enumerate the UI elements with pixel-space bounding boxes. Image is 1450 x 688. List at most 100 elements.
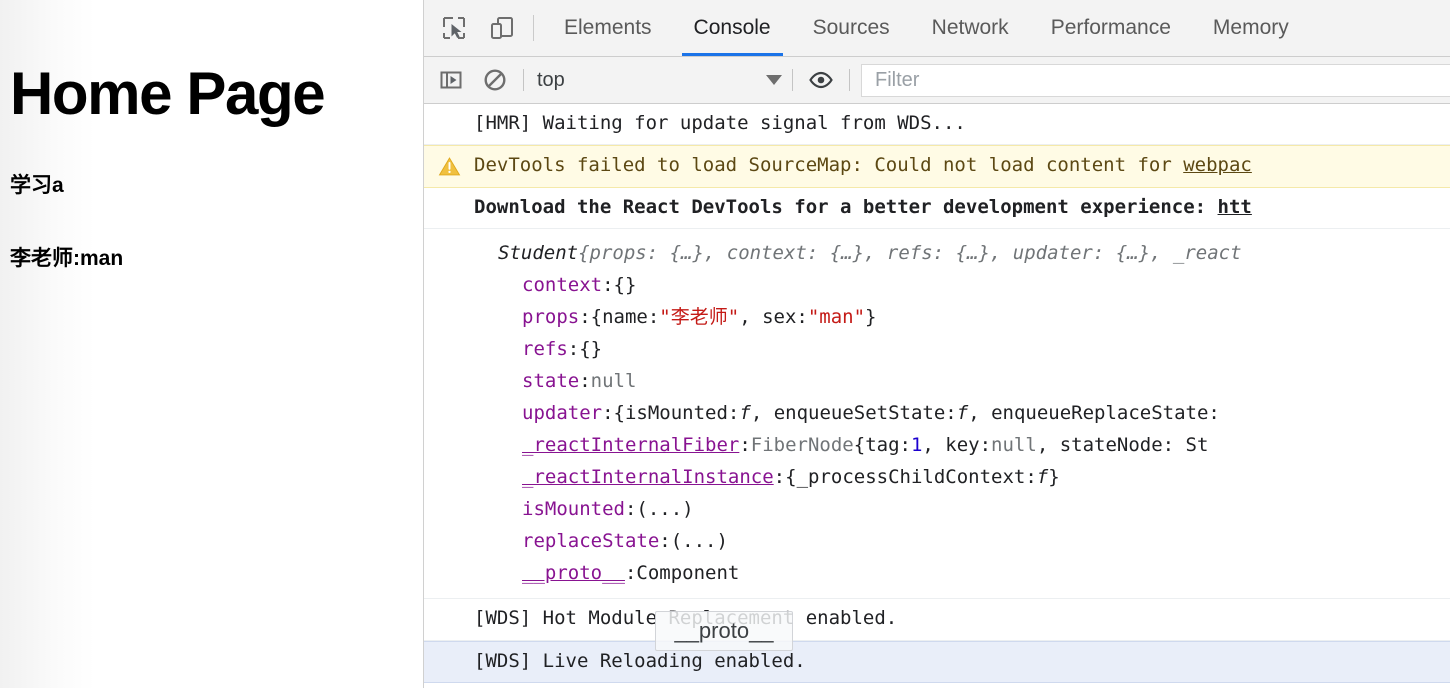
clear-console-icon[interactable] (478, 63, 512, 97)
property-value-part: : (602, 402, 614, 425)
property-value-part: f (739, 402, 751, 425)
info-text: Download the React DevTools for a better… (474, 196, 1218, 219)
message-text: [WDS] Hot Module Replacement enabled. (474, 607, 898, 630)
page-text-teacher: 李老师:man (10, 246, 124, 270)
react-devtools-link[interactable]: htt (1218, 196, 1252, 218)
property-value-part: {tag: (853, 434, 911, 457)
message-text: [WDS] Live Reloading enabled. (474, 649, 806, 672)
tab-performance[interactable]: Performance (1030, 0, 1192, 56)
property-value-part: 1 (910, 434, 923, 457)
message-gutter (424, 607, 474, 608)
object-property-row[interactable]: _reactInternalInstance: {_processChildCo… (424, 461, 1450, 493)
tab-network[interactable]: Network (911, 0, 1030, 56)
property-value-part: {_processChildContext: (785, 466, 1037, 489)
property-value-part: : (773, 466, 786, 489)
property-value-part: {name: (590, 306, 660, 329)
property-value-part: {isMounted: (613, 402, 740, 425)
tab-memory[interactable]: Memory (1192, 0, 1310, 56)
object-property-row[interactable]: _reactInternalFiber: FiberNode {tag: 1, … (424, 429, 1450, 461)
message-text: [HMR] Waiting for update signal from WDS… (474, 112, 966, 134)
screen: Home Page 学习a 李老师:man Elements Console S… (0, 0, 1450, 688)
object-property-row[interactable]: isMounted: (...) (424, 493, 1450, 525)
property-value-part: f (956, 402, 969, 425)
property-value-part: : (624, 498, 637, 521)
property-value-part: "man" (807, 306, 866, 329)
console-message-log-selected[interactable]: [WDS] Live Reloading enabled. (424, 640, 1450, 683)
property-value-part: , key: (922, 434, 992, 457)
console-message-warning[interactable]: DevTools failed to load SourceMap: Could… (424, 145, 1450, 189)
console-toolbar: top Filter (424, 57, 1450, 104)
object-class-name: Student (498, 242, 579, 265)
property-key: _reactInternalInstance (522, 466, 774, 489)
property-value-part: {} (613, 274, 637, 297)
chevron-down-icon (766, 75, 782, 85)
console-toolbar-divider-2 (792, 69, 793, 91)
console-message-object[interactable]: Student {props: {…}, context: {…}, refs:… (424, 229, 1450, 600)
object-property-row[interactable]: state: null (424, 365, 1450, 397)
message-text: DevTools failed to load SourceMap: Could… (474, 154, 1450, 177)
property-value-part: , enqueueReplaceState: (968, 402, 1220, 425)
page-title: Home Page (10, 60, 326, 127)
property-value-part: null (590, 370, 637, 393)
property-value-part: } (1048, 466, 1060, 489)
property-value-part: FiberNode (750, 434, 854, 457)
console-toolbar-divider-3 (849, 69, 850, 91)
property-key: context (522, 274, 603, 297)
console-message-log[interactable]: [HMR] Waiting for update signal from WDS… (424, 104, 1450, 146)
property-value-part: "李老师" (659, 306, 740, 329)
warning-triangle-icon (424, 154, 474, 178)
console-message-log[interactable]: [WDS] Hot Module Replacement enabled. (424, 599, 1450, 641)
execution-context-select[interactable]: top (524, 63, 792, 97)
property-value-part: : (579, 370, 591, 393)
property-value-part: : (602, 274, 614, 297)
object-property-row[interactable]: context: {} (424, 269, 1450, 301)
page-text-study: 学习a (10, 173, 64, 197)
tab-sources[interactable]: Sources (792, 0, 911, 56)
property-key: updater (522, 402, 603, 425)
object-property-row[interactable]: updater: {isMounted: f, enqueueSetState:… (424, 397, 1450, 429)
property-value-part: , stateNode: St (1036, 434, 1209, 457)
property-key: props (522, 306, 580, 329)
tab-console[interactable]: Console (673, 0, 792, 56)
property-value-part: : (624, 562, 637, 585)
inspect-element-icon[interactable] (434, 8, 474, 48)
object-property-row[interactable]: props: {name: "李老师", sex: "man"} (424, 301, 1450, 333)
object-property-row[interactable]: refs: {} (424, 333, 1450, 365)
property-value-part: , sex: (739, 306, 808, 329)
console-sidebar-icon[interactable] (434, 63, 468, 97)
devtools-panel: Elements Console Sources Network Perform… (424, 0, 1450, 688)
property-key: replaceState (522, 530, 660, 553)
property-value-part: {} (579, 338, 603, 361)
device-toolbar-icon[interactable] (482, 8, 522, 48)
property-key: __proto__ (522, 562, 625, 585)
property-value-part: f (1036, 466, 1049, 489)
property-value-part: , enqueueSetState: (750, 402, 957, 425)
property-value-part: : (567, 338, 580, 361)
sourcemap-link[interactable]: webpac (1183, 154, 1252, 176)
property-value-part: (...) (670, 530, 728, 553)
property-tooltip: __proto__ (655, 611, 793, 651)
tab-elements[interactable]: Elements (543, 0, 673, 56)
property-key: isMounted (522, 498, 625, 521)
property-value-part: } (865, 306, 877, 329)
object-preview: {props: {…}, context: {…}, refs: {…}, up… (578, 242, 1242, 265)
create-live-expression-icon[interactable] (804, 63, 838, 97)
message-gutter (424, 650, 474, 651)
toolbar-divider (533, 15, 534, 41)
web-page-viewport: Home Page 学习a 李老师:man (0, 0, 424, 688)
object-root-row[interactable]: Student {props: {…}, context: {…}, refs:… (424, 237, 1450, 269)
property-value-part: : (579, 306, 591, 329)
message-gutter (424, 196, 474, 197)
console-message-list[interactable]: [HMR] Waiting for update signal from WDS… (424, 104, 1450, 688)
warning-text: DevTools failed to load SourceMap: Could… (474, 154, 1184, 177)
page-content: Home Page 学习a 李老师:man (0, 62, 423, 271)
property-key: refs (522, 338, 568, 361)
object-property-row[interactable]: __proto__: Component (424, 557, 1450, 589)
console-message-info[interactable]: Download the React DevTools for a better… (424, 188, 1450, 230)
property-value-part: null (991, 434, 1037, 457)
filter-input[interactable]: Filter (861, 63, 1450, 97)
property-value-part: (...) (636, 498, 694, 521)
object-property-row[interactable]: replaceState: (...) (424, 525, 1450, 557)
property-key: _reactInternalFiber (522, 434, 740, 457)
property-value-part: : (659, 530, 671, 553)
